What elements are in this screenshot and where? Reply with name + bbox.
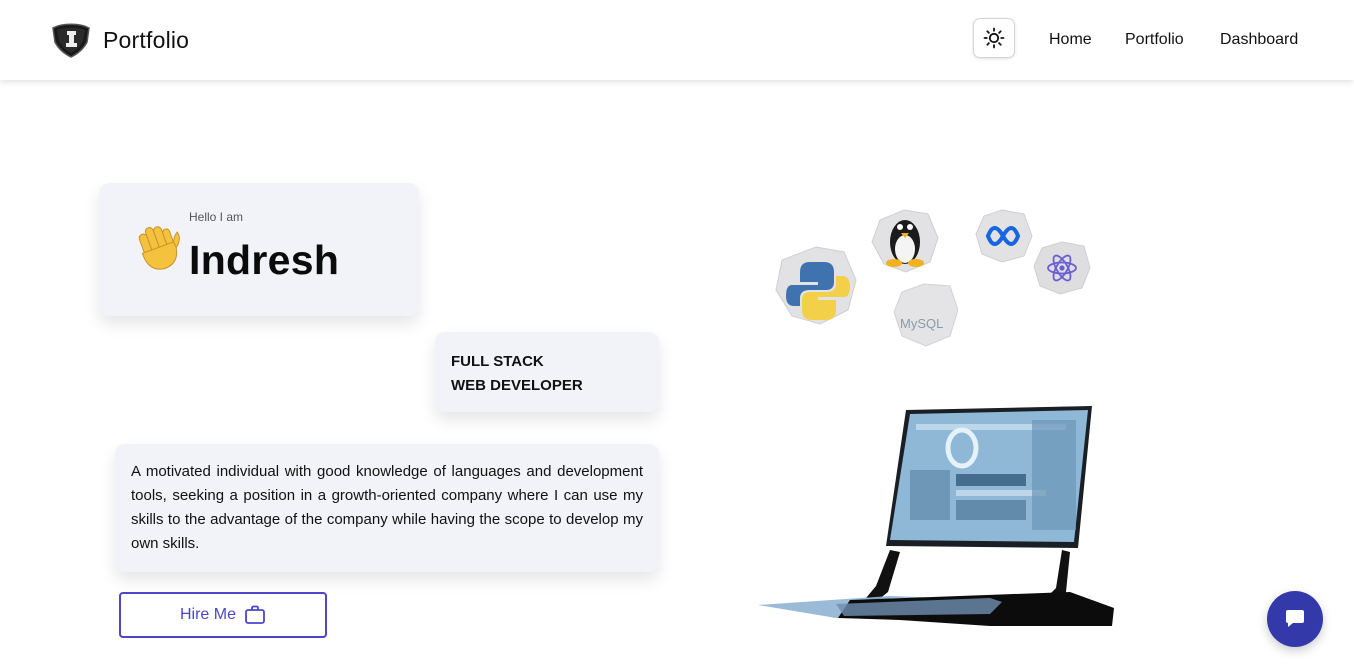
greeting-text: Hello I am <box>189 210 244 224</box>
intro-card: Hello I am Indresh <box>99 183 419 316</box>
briefcase-icon <box>245 605 265 624</box>
top-navbar: Portfolio Home Portfolio Dashboard <box>0 0 1354 80</box>
react-icon <box>1033 241 1091 295</box>
nav-home-link[interactable]: Home <box>1049 31 1092 49</box>
nav-dashboard-link[interactable]: Dashboard <box>1220 31 1298 49</box>
laptop-illustration <box>758 406 1114 626</box>
about-card: A motivated individual with good knowled… <box>115 444 659 572</box>
chat-button[interactable] <box>1267 591 1323 647</box>
sun-icon <box>983 27 1005 49</box>
nav-portfolio-link[interactable]: Portfolio <box>1125 31 1184 49</box>
role-card: FULL STACK WEB DEVELOPER <box>435 332 659 412</box>
brand-title: Portfolio <box>103 26 190 53</box>
hire-me-button[interactable]: Hire Me <box>119 592 327 638</box>
about-text: A motivated individual with good knowled… <box>131 463 643 552</box>
brand[interactable]: Portfolio <box>50 22 189 58</box>
mysql-label: MySQL <box>900 316 943 331</box>
hire-me-label: Hire Me <box>179 606 236 623</box>
role-line: WEB DEVELOPER <box>451 377 583 394</box>
tech-illustration: MySQL <box>740 200 1140 640</box>
mysql-icon: MySQL <box>893 283 959 347</box>
waving-hand-icon <box>138 226 180 270</box>
shield-logo-icon <box>52 23 90 58</box>
chat-bubble-icon <box>1286 610 1304 627</box>
linux-icon <box>871 209 939 273</box>
role-line: FULL STACK <box>451 353 544 370</box>
name-heading: Indresh <box>189 237 340 283</box>
python-icon <box>775 246 857 325</box>
meta-icon <box>975 209 1033 263</box>
theme-toggle-button[interactable] <box>973 18 1015 58</box>
